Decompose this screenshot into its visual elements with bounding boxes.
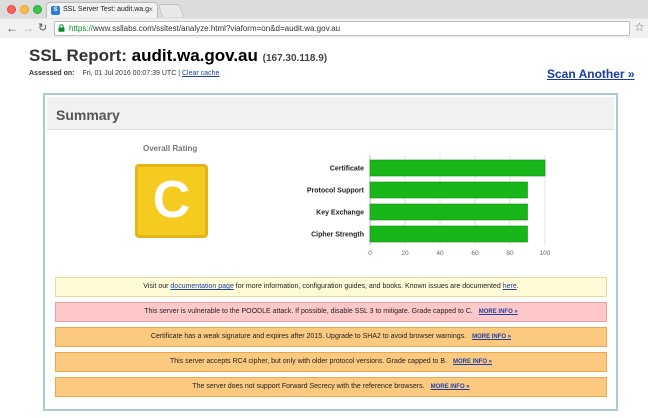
chart-tick-label: 80	[506, 250, 514, 257]
notice-text: .	[516, 283, 519, 290]
notice-text: Certificate has a weak signature and exp…	[150, 333, 467, 340]
more-info-link[interactable]: MORE INFO »	[479, 309, 518, 315]
title-prefix: SSL Report:	[29, 46, 132, 65]
back-arrow-icon[interactable]: ←	[6, 21, 18, 35]
address-bar[interactable]: https://www.ssllabs.com/ssltest/analyze.…	[54, 21, 630, 36]
notice-text: This server is vulnerable to the POODLE …	[144, 308, 473, 315]
more-info-link[interactable]: MORE INFO »	[472, 334, 511, 340]
forward-arrow-icon[interactable]: →	[22, 21, 34, 35]
rating-chart-svg: Certificate Protocol Support Key Exchange C…	[307, 155, 551, 257]
assessed-label: Assessed on:	[29, 70, 75, 77]
notice-poodle: This server is vulnerable to the POODLE …	[55, 302, 607, 322]
chart-bar	[369, 203, 528, 221]
chart-category-label: Key Exchange	[316, 210, 364, 217]
notice-weak-signature: Certificate has a weak signature and exp…	[55, 327, 607, 347]
more-info-link[interactable]: MORE INFO »	[453, 359, 492, 365]
chart-bar	[369, 159, 546, 177]
more-info-link[interactable]: MORE INFO »	[431, 384, 470, 390]
summary-header: Summary	[47, 97, 614, 130]
notice-text: for more information, configuration guid…	[233, 283, 503, 290]
chart-tick-label: 100	[540, 250, 551, 257]
summary-title: Summary	[56, 107, 120, 123]
lock-icon	[58, 24, 65, 32]
chart-tick-label: 0	[368, 250, 372, 257]
zoom-window-button[interactable]	[33, 5, 42, 14]
notice-text: Visit our	[143, 283, 171, 290]
notice-documentation: Visit our documentation page for more in…	[55, 277, 607, 297]
chart-bar	[369, 225, 528, 243]
tab-ssl-server-test[interactable]: S SSL Server Test: audit.wa.g ×	[46, 2, 158, 18]
known-issues-link[interactable]: here	[503, 283, 517, 290]
reload-icon[interactable]: ↻	[38, 21, 47, 35]
chart-tick-label: 60	[471, 250, 479, 257]
tab-close-icon[interactable]: ×	[148, 3, 153, 17]
notice-rc4: This server accepts RC4 cipher, but only…	[55, 352, 607, 372]
notice-text: This server accepts RC4 cipher, but only…	[169, 358, 447, 365]
tab-strip: S SSL Server Test: audit.wa.g ×	[0, 0, 648, 18]
clear-cache-link[interactable]: Clear cache	[182, 70, 219, 77]
assessed-line: Assessed on: Fri, 01 Jul 2016 00:07:39 U…	[29, 70, 219, 77]
navigation-bar: ← → ↻ https://www.ssllabs.com/ssltest/an…	[0, 19, 648, 38]
chart-category-label: Protocol Support	[307, 188, 365, 195]
page-title: SSL Report: audit.wa.gov.au (167.30.118.…	[29, 46, 327, 66]
chart-category-label: Cipher Strength	[311, 232, 364, 239]
ssllabs-favicon-icon: S	[51, 6, 60, 15]
new-tab-button[interactable]	[157, 4, 185, 17]
assessed-date: Fri, 01 Jul 2016 00:07:39 UTC |	[82, 70, 181, 77]
notice-forward-secrecy: The server does not support Forward Secr…	[55, 377, 607, 397]
url-path: www.ssllabs.com/ssltest/analyze.html?via…	[93, 24, 341, 33]
server-ip: (167.30.118.9)	[262, 53, 328, 64]
documentation-page-link[interactable]: documentation page	[170, 283, 233, 290]
grade-badge: C	[135, 164, 208, 238]
report-summary-box: Summary Overall Rating C Certificate Prot…	[43, 93, 618, 411]
rating-chart: Certificate Protocol Support Key Exchange C…	[263, 151, 563, 261]
url-scheme: https://	[69, 24, 94, 33]
tab-title: SSL Server Test: audit.wa.g	[63, 6, 149, 13]
report-domain: audit.wa.gov.au	[131, 46, 258, 65]
browser-chrome: S SSL Server Test: audit.wa.g × ← → ↻ ht…	[0, 0, 648, 38]
star-icon[interactable]: ☆	[634, 20, 645, 34]
scan-another-link[interactable]: Scan Another »	[547, 67, 635, 81]
chart-tick-label: 40	[436, 250, 444, 257]
chart-bar	[369, 181, 528, 199]
minimize-window-button[interactable]	[20, 5, 29, 14]
chart-category-label: Certificate	[330, 166, 364, 173]
chart-tick-label: 20	[401, 250, 409, 257]
overall-rating-label: Overall Rating	[143, 144, 198, 153]
close-window-button[interactable]	[7, 5, 16, 14]
notice-text: The server does not support Forward Secr…	[192, 383, 425, 390]
